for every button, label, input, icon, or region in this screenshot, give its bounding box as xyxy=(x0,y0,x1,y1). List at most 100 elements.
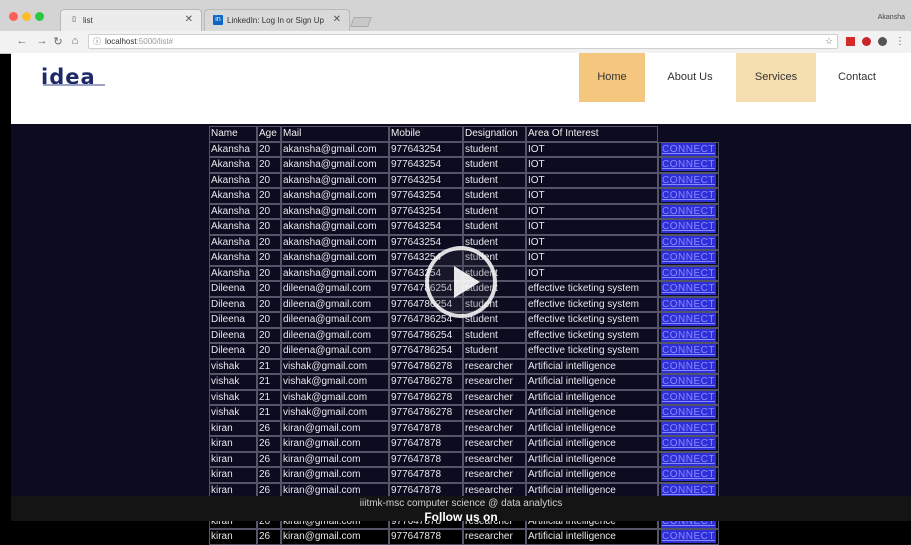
connect-link[interactable]: CONNECT xyxy=(661,142,716,156)
cell-name: Akansha xyxy=(209,265,257,281)
nav-services[interactable]: Services xyxy=(736,53,816,102)
connect-link[interactable]: CONNECT xyxy=(661,406,716,420)
connect-link[interactable]: CONNECT xyxy=(661,421,716,435)
connect-link[interactable]: CONNECT xyxy=(661,359,716,373)
cell-mobile: 97764786278 xyxy=(389,358,463,374)
connect-link[interactable]: CONNECT xyxy=(661,220,716,234)
cell-area-of-interest: IOT xyxy=(526,172,658,188)
cell-designation: researcher xyxy=(463,451,526,467)
close-icon[interactable]: ✕ xyxy=(185,14,193,25)
cell-designation: student xyxy=(463,172,526,188)
connect-link[interactable]: CONNECT xyxy=(661,235,716,249)
nav-home[interactable]: Home xyxy=(579,53,645,102)
cell-action: CONNECT xyxy=(658,281,719,297)
cell-mail: kiran@gmail.com xyxy=(281,529,389,545)
extension-icon[interactable] xyxy=(878,37,887,46)
cell-designation: researcher xyxy=(463,374,526,390)
bookmark-star-icon[interactable]: ☆ xyxy=(825,36,833,47)
menu-icon[interactable]: ⋮ xyxy=(895,36,905,47)
cell-name: Dileena xyxy=(209,327,257,343)
nav-contact[interactable]: Contact xyxy=(826,53,888,102)
cell-name: vishak xyxy=(209,374,257,390)
connect-link[interactable]: CONNECT xyxy=(661,328,716,342)
connect-link[interactable]: CONNECT xyxy=(661,173,716,187)
cell-age: 20 xyxy=(257,219,281,235)
cell-mobile: 977647878 xyxy=(389,529,463,545)
connect-link[interactable]: CONNECT xyxy=(661,204,716,218)
cell-age: 20 xyxy=(257,157,281,173)
cell-age: 20 xyxy=(257,343,281,359)
window-minimize-button[interactable] xyxy=(22,12,31,21)
cell-action: CONNECT xyxy=(658,420,719,436)
column-header-mail: Mail xyxy=(281,126,389,142)
home-icon[interactable]: ⌂ xyxy=(69,35,81,47)
cell-mail: akansha@gmail.com xyxy=(281,265,389,281)
connect-link[interactable]: CONNECT xyxy=(661,282,716,296)
adblock-icon[interactable] xyxy=(862,37,871,46)
forward-icon[interactable]: → xyxy=(36,35,48,47)
window-zoom-button[interactable] xyxy=(35,12,44,21)
table-row: vishak 21 vishak@gmail.com 97764786278 resea… xyxy=(209,405,719,421)
cell-mail: akansha@gmail.com xyxy=(281,172,389,188)
new-tab-button[interactable] xyxy=(350,17,372,27)
back-icon[interactable]: ← xyxy=(16,35,28,47)
tab-linkedin[interactable]: in LinkedIn: Log In or Sign Up ✕ xyxy=(204,9,350,31)
extension-icon[interactable] xyxy=(846,37,855,46)
connect-link[interactable]: CONNECT xyxy=(661,468,716,482)
cell-mobile: 977643254 xyxy=(389,141,463,157)
info-icon[interactable]: ⓘ xyxy=(93,36,101,47)
cell-mail: dileena@gmail.com xyxy=(281,281,389,297)
address-bar[interactable]: ⓘ localhost:5000/list# ☆ xyxy=(88,34,838,49)
tab-label: list xyxy=(83,16,93,25)
connect-link[interactable]: CONNECT xyxy=(661,266,716,280)
connect-link[interactable]: CONNECT xyxy=(661,452,716,466)
connect-link[interactable]: CONNECT xyxy=(661,344,716,358)
connect-link[interactable]: CONNECT xyxy=(661,189,716,203)
cell-action: CONNECT xyxy=(658,250,719,266)
cell-action: CONNECT xyxy=(658,219,719,235)
connect-link[interactable]: CONNECT xyxy=(661,483,716,497)
connect-link[interactable]: CONNECT xyxy=(661,158,716,172)
cell-action: CONNECT xyxy=(658,343,719,359)
connect-link[interactable]: CONNECT xyxy=(661,297,716,311)
cell-area-of-interest: IOT xyxy=(526,250,658,266)
cell-age: 20 xyxy=(257,141,281,157)
cell-area-of-interest: Artificial intelligence xyxy=(526,529,658,545)
cell-mail: kiran@gmail.com xyxy=(281,420,389,436)
play-video-button[interactable] xyxy=(425,246,497,318)
connect-link[interactable]: CONNECT xyxy=(661,375,716,389)
cell-age: 20 xyxy=(257,250,281,266)
cell-age: 20 xyxy=(257,327,281,343)
connect-link[interactable]: CONNECT xyxy=(661,313,716,327)
users-table-container: Name Age Mail Mobile Designation Area Of… xyxy=(209,126,719,545)
cell-action: CONNECT xyxy=(658,141,719,157)
cell-action: CONNECT xyxy=(658,389,719,405)
table-row: vishak 21 vishak@gmail.com 97764786278 resea… xyxy=(209,358,719,374)
cell-action: CONNECT xyxy=(658,296,719,312)
cell-mobile: 977647878 xyxy=(389,451,463,467)
window-close-button[interactable] xyxy=(9,12,18,21)
nav-about-us[interactable]: About Us xyxy=(655,53,725,102)
cell-designation: researcher xyxy=(463,358,526,374)
connect-link[interactable]: CONNECT xyxy=(661,437,716,451)
profile-name[interactable]: Akansha xyxy=(878,14,905,21)
connect-link[interactable]: CONNECT xyxy=(661,251,716,265)
cell-area-of-interest: IOT xyxy=(526,234,658,250)
cell-area-of-interest: IOT xyxy=(526,141,658,157)
close-icon[interactable]: ✕ xyxy=(333,14,341,25)
cell-mobile: 97764786254 xyxy=(389,343,463,359)
cell-area-of-interest: IOT xyxy=(526,188,658,204)
connect-link[interactable]: CONNECT xyxy=(661,390,716,404)
cell-name: Dileena xyxy=(209,312,257,328)
table-row: Akansha 20 akansha@gmail.com 977643254 stude… xyxy=(209,172,719,188)
column-header-action xyxy=(658,126,719,142)
connect-link[interactable]: CONNECT xyxy=(661,530,716,544)
cell-area-of-interest: IOT xyxy=(526,265,658,281)
reload-icon[interactable]: ↻ xyxy=(52,35,64,48)
cell-designation: student xyxy=(463,219,526,235)
cell-mobile: 977643254 xyxy=(389,188,463,204)
cell-area-of-interest: effective ticketing system xyxy=(526,296,658,312)
cell-area-of-interest: effective ticketing system xyxy=(526,312,658,328)
logo-tagline xyxy=(43,84,105,86)
tab-list[interactable]: ▯ list ✕ xyxy=(60,9,202,31)
